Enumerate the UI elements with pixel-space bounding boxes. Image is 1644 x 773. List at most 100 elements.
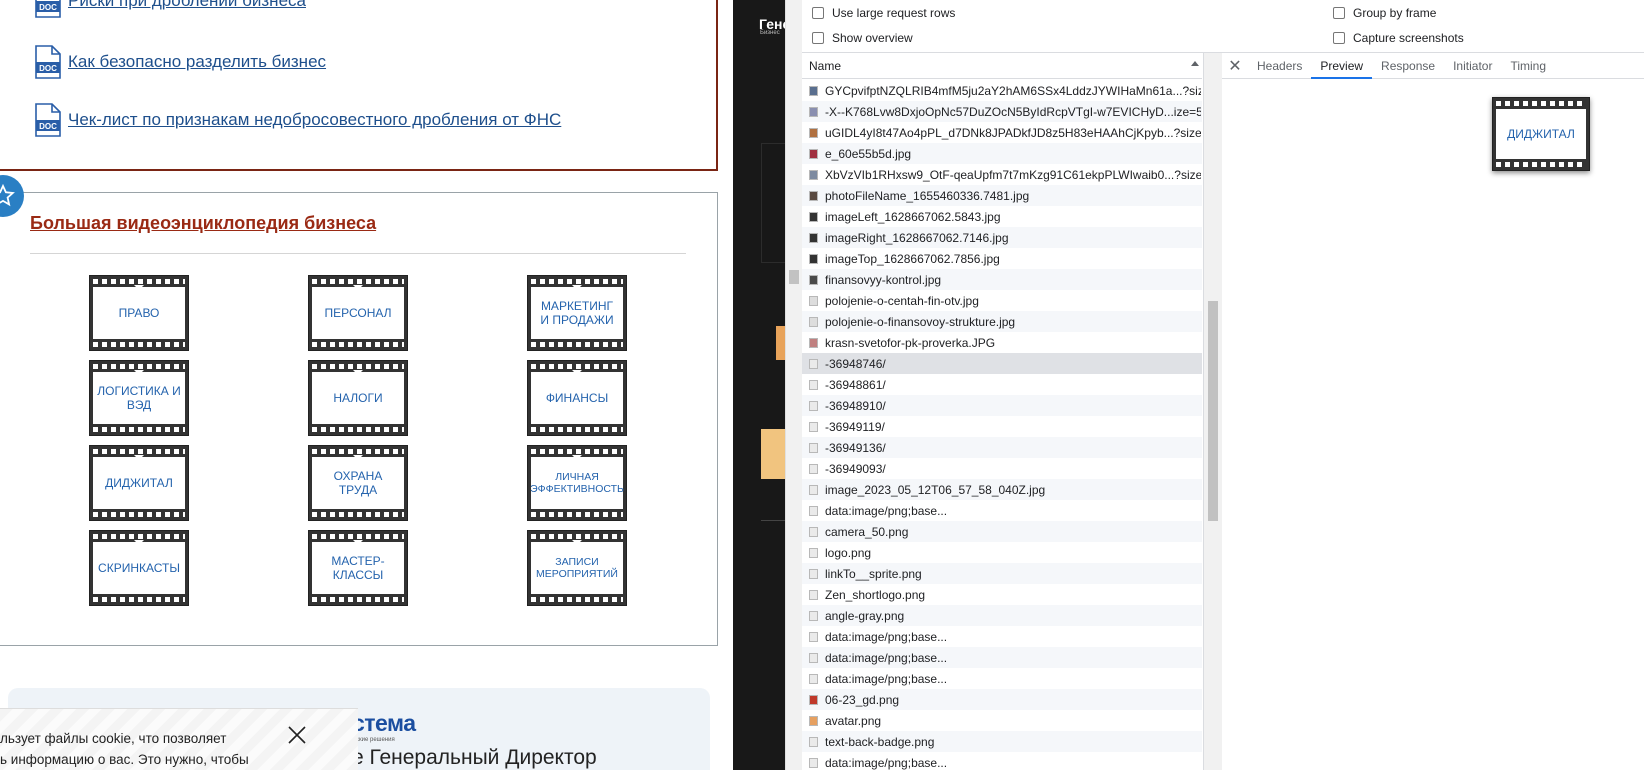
request-row[interactable]: text-back-badge.png <box>802 731 1202 752</box>
request-row[interactable]: -36949119/ <box>802 416 1202 437</box>
file-thumbnail-icon <box>809 400 818 411</box>
request-row[interactable]: krasn-svetofor-pk-proverka.JPG <box>802 332 1202 353</box>
devtools-network-panel: Use large request rows Show overview Gro… <box>802 0 1644 770</box>
request-row[interactable]: imageRight_1628667062.7146.jpg <box>802 227 1202 248</box>
tab-headers[interactable]: Headers <box>1248 53 1311 79</box>
file-thumbnail-icon <box>809 610 818 621</box>
show-overview-option[interactable]: Show overview <box>812 31 913 45</box>
request-row[interactable]: imageLeft_1628667062.5843.jpg <box>802 206 1202 227</box>
doc-link[interactable]: Как безопасно разделить бизнес <box>68 52 326 72</box>
scrollbar-thumb[interactable] <box>789 270 799 284</box>
request-row[interactable]: imageTop_1628667062.7856.jpg <box>802 248 1202 269</box>
svg-text:DOC: DOC <box>39 3 57 12</box>
name-column-header[interactable]: Name <box>802 53 1202 79</box>
request-row[interactable]: uGIDL4yI8t47Ao4pPL_d7DNk8JPADkfJD8z5H83e… <box>802 122 1202 143</box>
request-name: data:image/png;base... <box>825 503 948 518</box>
tile-labor-safety[interactable]: ОХРАНА ТРУДА <box>308 445 408 521</box>
request-row[interactable]: linkTo__sprite.png <box>802 563 1202 584</box>
request-row[interactable]: -36949136/ <box>802 437 1202 458</box>
tile-finance[interactable]: ФИНАНСЫ <box>527 360 627 436</box>
close-icon[interactable]: ✕ <box>1222 53 1248 79</box>
tile-label: ЛОГИСТИКА И ВЭД <box>93 372 185 424</box>
tile-label: МАСТЕР-КЛАССЫ <box>312 542 404 594</box>
request-row[interactable]: avatar.png <box>802 710 1202 731</box>
option-label: Show overview <box>832 31 913 45</box>
large-rows-option[interactable]: Use large request rows <box>812 6 955 20</box>
request-rows: GYCpvifptNZQLRIB4mfM5ju2aY2hAM6SSx4LddzJ… <box>802 80 1204 773</box>
request-row[interactable]: polojenie-o-finansovoy-strukture.jpg <box>802 311 1202 332</box>
capture-screenshots-option[interactable]: Capture screenshots <box>1333 31 1464 45</box>
request-row[interactable]: Zen_shortlogo.png <box>802 584 1202 605</box>
web-page: DOC Риски при дроблении бизнеса DOC Как … <box>0 0 733 770</box>
doc-link-item[interactable]: DOC Чек-лист по признакам недобросовестн… <box>34 103 561 137</box>
request-row[interactable]: photoFileName_1655460336.7481.jpg <box>802 185 1202 206</box>
tab-timing[interactable]: Timing <box>1501 53 1555 79</box>
tile-marketing[interactable]: МАРКЕТИНГ И ПРОДАЖИ <box>527 275 627 351</box>
request-row[interactable]: angle-gray.png <box>802 605 1202 626</box>
request-row[interactable]: -36949093/ <box>802 458 1202 479</box>
svg-text:DOC: DOC <box>39 64 57 73</box>
request-row[interactable]: XbVzVIb1RHxsw9_OtF-qeaUpfm7t7mKzg91C61ek… <box>802 164 1202 185</box>
tile-label: ЗАПИСИ МЕРОПРИЯТИЙ <box>531 542 623 594</box>
file-thumbnail-icon <box>809 652 818 663</box>
request-row[interactable]: GYCpvifptNZQLRIB4mfM5ju2aY2hAM6SSx4LddzJ… <box>802 80 1202 101</box>
promo-logo: стема <box>352 710 416 736</box>
close-icon[interactable] <box>286 724 308 746</box>
promo-sub: ские решения <box>356 737 395 743</box>
file-thumbnail-icon <box>809 379 818 390</box>
doc-link[interactable]: Риски при дроблении бизнеса <box>68 0 306 11</box>
doc-link[interactable]: Чек-лист по признакам недобросовестного … <box>68 110 561 130</box>
tile-personal-efficiency[interactable]: ЛИЧНАЯ ЭФФЕКТИВНОСТЬ <box>527 445 627 521</box>
request-row[interactable]: image_2023_05_12T06_57_58_040Z.jpg <box>802 479 1202 500</box>
file-thumbnail-icon <box>809 547 818 558</box>
doc-link-item[interactable]: DOC Риски при дроблении бизнеса <box>34 0 306 18</box>
request-name: imageTop_1628667062.7856.jpg <box>825 251 1000 266</box>
tab-preview[interactable]: Preview <box>1311 53 1373 79</box>
promo-title: е Генеральный Директор <box>352 746 597 769</box>
request-name: uGIDL4yI8t47Ao4pPL_d7DNk8JPADkfJD8z5H83e… <box>825 125 1201 140</box>
tile-screencasts[interactable]: СКРИНКАСТЫ <box>89 530 189 606</box>
request-row[interactable]: data:image/png;base... <box>802 626 1202 647</box>
request-name: -36948746/ <box>825 356 886 371</box>
tile-personnel[interactable]: ПЕРСОНАЛ <box>308 275 408 351</box>
page-scrollbar[interactable] <box>785 0 802 770</box>
tile-taxes[interactable]: НАЛОГИ <box>308 360 408 436</box>
list-scrollbar[interactable] <box>1204 53 1222 770</box>
checkbox[interactable] <box>812 7 824 19</box>
request-detail: ✕ Headers Preview Response Initiator Tim… <box>1222 53 1644 770</box>
request-row[interactable]: -X--K768Lvw8DxjoOpNc57DuZOcN5ByIdRcpVTgI… <box>802 101 1202 122</box>
option-label: Group by frame <box>1353 6 1437 20</box>
cookie-line: льзует файлы cookie, что позволяет <box>0 731 227 746</box>
request-row[interactable]: polojenie-o-centah-fin-otv.jpg <box>802 290 1202 311</box>
checkbox[interactable] <box>1333 32 1345 44</box>
group-by-frame-option[interactable]: Group by frame <box>1333 6 1436 20</box>
request-row[interactable]: -36948910/ <box>802 395 1202 416</box>
checkbox[interactable] <box>812 32 824 44</box>
checkbox[interactable] <box>1333 7 1345 19</box>
tab-response[interactable]: Response <box>1372 53 1444 79</box>
tile-law[interactable]: ПРАВО <box>89 275 189 351</box>
request-row[interactable]: data:image/png;base... <box>802 668 1202 689</box>
request-name: imageLeft_1628667062.5843.jpg <box>825 209 1001 224</box>
tile-logistics[interactable]: ЛОГИСТИКА И ВЭД <box>89 360 189 436</box>
request-row[interactable]: data:image/png;base... <box>802 647 1202 668</box>
request-row[interactable]: 06-23_gd.png <box>802 689 1202 710</box>
tile-master-classes[interactable]: МАСТЕР-КЛАССЫ <box>308 530 408 606</box>
encyclopedia-title[interactable]: Большая видеоэнциклопедия бизнеса <box>30 213 376 234</box>
cookie-text: льзует файлы cookie, что позволяет ь инф… <box>0 728 249 770</box>
tile-label: ОХРАНА ТРУДА <box>312 457 404 509</box>
tile-label: СКРИНКАСТЫ <box>93 542 185 594</box>
scrollbar-thumb[interactable] <box>1208 301 1218 521</box>
request-row[interactable]: logo.png <box>802 542 1202 563</box>
request-row[interactable]: finansovyy-kontrol.jpg <box>802 269 1202 290</box>
request-row[interactable]: e_60e55b5d.jpg <box>802 143 1202 164</box>
request-row[interactable]: data:image/png;base... <box>802 500 1202 521</box>
request-row[interactable]: -36948861/ <box>802 374 1202 395</box>
tile-digital[interactable]: ДИДЖИТАЛ <box>89 445 189 521</box>
request-row[interactable]: -36948746/ <box>802 353 1202 374</box>
tile-event-records[interactable]: ЗАПИСИ МЕРОПРИЯТИЙ <box>527 530 627 606</box>
request-name: finansovyy-kontrol.jpg <box>825 272 942 287</box>
doc-link-item[interactable]: DOC Как безопасно разделить бизнес <box>34 45 326 79</box>
request-row[interactable]: camera_50.png <box>802 521 1202 542</box>
tab-initiator[interactable]: Initiator <box>1444 53 1501 79</box>
